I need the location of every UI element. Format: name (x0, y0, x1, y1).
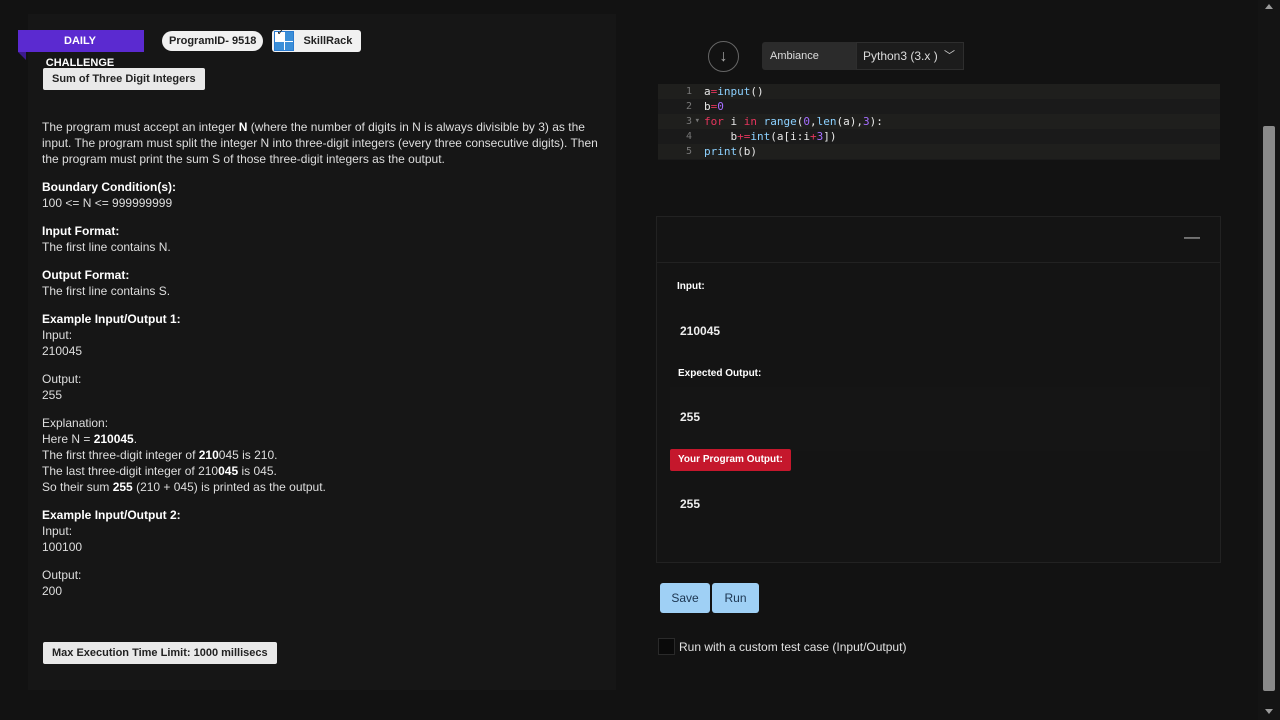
code-line: 3 ▾ for i in range(0,len(a),3): (658, 114, 1220, 129)
example-1-heading: Example Input/Output 1: (42, 312, 181, 326)
explanation-section: Explanation: Here N = 210045. The first … (42, 415, 326, 495)
code-text: b=0 (704, 100, 724, 113)
line-number: 4 (685, 131, 692, 142)
custom-test-checkbox[interactable] (658, 638, 675, 655)
boundary-text: 100 <= N <= 999999999 (42, 196, 173, 210)
boundary-heading: Boundary Condition(s): (42, 180, 176, 194)
theme-selector[interactable]: Ambiance (762, 42, 856, 70)
code-text: print(b) (704, 145, 757, 158)
scrollbar-thumb[interactable] (1263, 126, 1275, 691)
language-select[interactable]: Python3 (3.x ) ﹀ (856, 42, 964, 70)
explanation-line-4: So their sum 255 (210 + 045) is printed … (42, 480, 326, 494)
arrow-down-icon: ↓ (719, 47, 728, 65)
output-format-text: The first line contains S. (42, 284, 171, 298)
code-line: 5 print(b) (658, 144, 1220, 159)
daily-challenge-badge: DAILY CHALLENGE (18, 30, 144, 69)
collapse-icon[interactable]: — (1184, 229, 1200, 247)
example-1-output: 255 (42, 388, 63, 402)
code-text: a=input() (704, 85, 764, 98)
output-panel: — Input: 210045 Expected Output: 255 You… (656, 216, 1221, 563)
example-2-input: 100100 (42, 540, 83, 554)
chevron-down-icon: ﹀ (944, 50, 955, 62)
example-1-section: Example Input/Output 1: Input: 210045 (42, 311, 181, 359)
output-panel-header: — (657, 217, 1220, 263)
expected-output-label: Expected Output: (678, 368, 762, 379)
save-button[interactable]: Save (660, 583, 710, 613)
badge-row: DAILY CHALLENGE ProgramID- 9518 SkillRac… (18, 27, 362, 69)
time-limit-badge: Max Execution Time Limit: 1000 millisecs (43, 642, 277, 664)
example-2-output: 200 (42, 584, 63, 598)
input-format-heading: Input Format: (42, 224, 120, 238)
problem-panel: DAILY CHALLENGE ProgramID- 9518 SkillRac… (18, 14, 616, 690)
code-text: b+=int(a[i:i+3]) (704, 130, 837, 143)
page-scrollbar[interactable] (1258, 0, 1280, 720)
expected-output-value: 255 (680, 410, 701, 424)
problem-title: Sum of Three Digit Integers (43, 68, 205, 90)
example-1-input: 210045 (42, 344, 83, 358)
program-id-badge: ProgramID- 9518 (162, 31, 264, 51)
program-output-value: 255 (680, 497, 701, 511)
example-2-input-label: Input: (42, 524, 73, 538)
skillrack-logo-icon (274, 27, 295, 51)
line-number: 2 (685, 101, 692, 112)
expected-output-box (670, 387, 1210, 451)
problem-description: The program must accept an integer N (wh… (42, 120, 598, 166)
example-2-output-section: Output: 200 (42, 567, 81, 599)
explanation-line-1: Here N = 210045. (42, 432, 138, 446)
output-input-label: Input: (677, 281, 705, 292)
program-output-label: Your Program Output: (670, 449, 791, 471)
skillrack-label: SkillRack (303, 35, 353, 47)
language-value: Python3 (3.x ) (863, 49, 938, 63)
code-line: 1 a=input() (658, 84, 1220, 99)
skillrack-badge[interactable]: SkillRack (272, 27, 362, 52)
example-2-heading: Example Input/Output 2: (42, 508, 181, 522)
boundary-section: Boundary Condition(s): 100 <= N <= 99999… (42, 179, 176, 211)
output-format-heading: Output Format: (42, 268, 130, 282)
fold-arrow-icon[interactable]: ▾ (695, 114, 700, 129)
output-input-value: 210045 (680, 324, 721, 338)
code-editor[interactable]: 1 a=input() 2 b=0 3 ▾ for i in range(0,le… (658, 84, 1220, 160)
scroll-down-button[interactable]: ↓ (708, 41, 739, 72)
scroll-up-arrow-icon[interactable] (1265, 4, 1273, 9)
input-format-section: Input Format: The first line contains N. (42, 223, 171, 255)
example-1-input-label: Input: (42, 328, 73, 342)
example-2-output-label: Output: (42, 568, 82, 582)
example-1-output-section: Output: 255 (42, 371, 81, 403)
code-line: 4 b+=int(a[i:i+3]) (658, 129, 1220, 144)
line-number: 5 (685, 146, 692, 157)
scroll-down-arrow-icon[interactable] (1265, 709, 1273, 714)
explanation-line-3: The last three-digit integer of 210045 i… (42, 464, 277, 478)
line-number: 3 ▾ (685, 116, 700, 127)
example-2-section: Example Input/Output 2: Input: 100100 (42, 507, 181, 555)
code-line: 2 b=0 (658, 99, 1220, 114)
custom-test-label: Run with a custom test case (Input/Outpu… (679, 639, 907, 654)
output-format-section: Output Format: The first line contains S… (42, 267, 170, 299)
code-text: for i in range(0,len(a),3): (704, 115, 883, 128)
input-format-text: The first line contains N. (42, 240, 171, 254)
explanation-label: Explanation: (42, 416, 109, 430)
run-button[interactable]: Run (712, 583, 759, 613)
custom-test-row[interactable]: Run with a custom test case (Input/Outpu… (658, 638, 906, 655)
line-number: 1 (685, 86, 692, 97)
example-1-output-label: Output: (42, 372, 82, 386)
explanation-line-2: The first three-digit integer of 210045 … (42, 448, 278, 462)
